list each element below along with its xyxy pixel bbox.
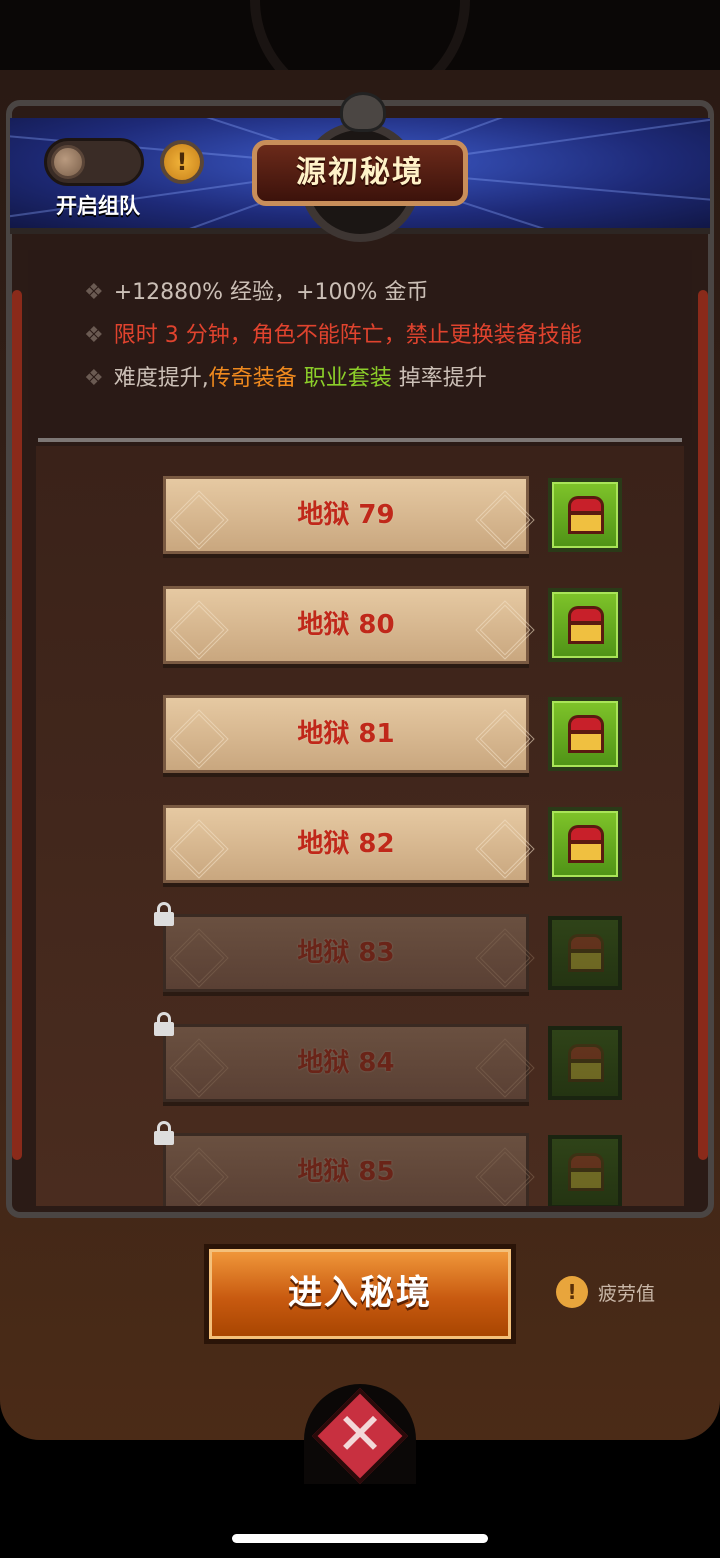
info-icon[interactable]: ! — [160, 140, 204, 184]
level-button[interactable]: 地狱 81 — [163, 695, 535, 773]
team-toggle[interactable] — [44, 138, 144, 186]
treasure-chest-icon — [568, 824, 604, 865]
treasure-chest-icon — [568, 496, 604, 536]
level-label: 地狱 79 — [297, 500, 395, 530]
level-row: 地狱 83 — [36, 902, 684, 994]
rule-text: +12880% 经验，+100% 金币 — [113, 280, 429, 305]
bullet-icon: ❖ — [84, 323, 104, 348]
rule-text: 难度提升, — [113, 366, 209, 391]
left-frame-bar — [12, 290, 22, 1160]
rule-text: 限时 3 分钟，角色不能阵亡，禁止更换装备技能 — [113, 323, 582, 348]
rule-line: ❖ +12880% 经验，+100% 金币 — [84, 278, 428, 308]
lock-icon — [153, 1121, 175, 1145]
treasure-chest-icon — [568, 934, 604, 974]
enter-dungeon-button[interactable]: 进入秘境 — [204, 1244, 516, 1344]
level-label: 地狱 80 — [297, 609, 395, 640]
level-label: 地狱 84 — [297, 1047, 395, 1078]
treasure-chest-icon — [568, 1153, 604, 1193]
rule-line: ❖ 限时 3 分钟，角色不能阵亡，禁止更换装备技能 — [84, 321, 582, 351]
reward-chest-button[interactable] — [548, 697, 622, 771]
rule-line: ❖ 难度提升,传奇装备 职业套装 掉率提升 — [84, 364, 487, 394]
level-row[interactable]: 地狱 82 — [36, 804, 684, 885]
reward-chest-button[interactable] — [548, 806, 622, 881]
divider — [38, 438, 682, 442]
page-title: 源初秘境 — [252, 140, 468, 206]
level-button[interactable]: 地狱 79 — [163, 476, 535, 554]
level-button[interactable]: 地狱 83 — [163, 914, 535, 992]
treasure-chest-icon — [568, 1043, 604, 1084]
right-frame-bar — [698, 290, 708, 1160]
treasure-chest-icon — [568, 715, 604, 755]
level-row: 地狱 84 — [36, 1011, 684, 1104]
lock-icon — [153, 902, 175, 926]
level-label: 地狱 85 — [297, 1157, 395, 1187]
level-button[interactable]: 地狱 84 — [163, 1023, 535, 1102]
reward-chest-button[interactable] — [548, 1025, 622, 1100]
lock-icon — [153, 1011, 175, 1036]
close-icon: ✕ — [335, 1400, 385, 1468]
rule-text: 掉率提升 — [391, 366, 487, 391]
level-row[interactable]: 地狱 80 — [36, 585, 684, 666]
team-toggle-label: 开启组队 — [56, 194, 140, 218]
reward-chest-button[interactable] — [548, 1135, 622, 1206]
bullet-icon: ❖ — [84, 366, 104, 391]
level-list[interactable]: 地狱 79 地狱 80 地狱 81 地狱 82 地狱 83 地狱 84 地狱 85 — [36, 446, 684, 1206]
treasure-chest-icon — [568, 605, 604, 646]
close-button[interactable]: ✕ — [304, 1384, 416, 1485]
home-indicator[interactable] — [232, 1534, 488, 1543]
warning-icon: ! — [556, 1276, 588, 1308]
level-button[interactable]: 地狱 80 — [163, 585, 535, 664]
level-label: 地狱 82 — [297, 828, 395, 859]
rule-text: 传奇装备 — [208, 366, 297, 391]
toggle-knob — [51, 145, 85, 179]
level-button[interactable]: 地狱 85 — [163, 1133, 535, 1206]
reward-chest-button[interactable] — [548, 916, 622, 990]
level-row[interactable]: 地狱 81 — [36, 695, 684, 775]
level-button[interactable]: 地狱 82 — [163, 804, 535, 883]
skull-icon — [340, 92, 386, 132]
reward-chest-button[interactable] — [548, 587, 622, 662]
fatigue-label: 疲劳值 — [598, 1283, 656, 1305]
level-row: 地狱 85 — [36, 1121, 684, 1206]
level-label: 地狱 81 — [297, 719, 395, 749]
level-row[interactable]: 地狱 79 — [36, 476, 684, 556]
rule-text: 职业套装 — [296, 366, 392, 391]
reward-chest-button[interactable] — [548, 478, 622, 552]
bullet-icon: ❖ — [84, 280, 104, 305]
level-label: 地狱 83 — [297, 938, 395, 968]
